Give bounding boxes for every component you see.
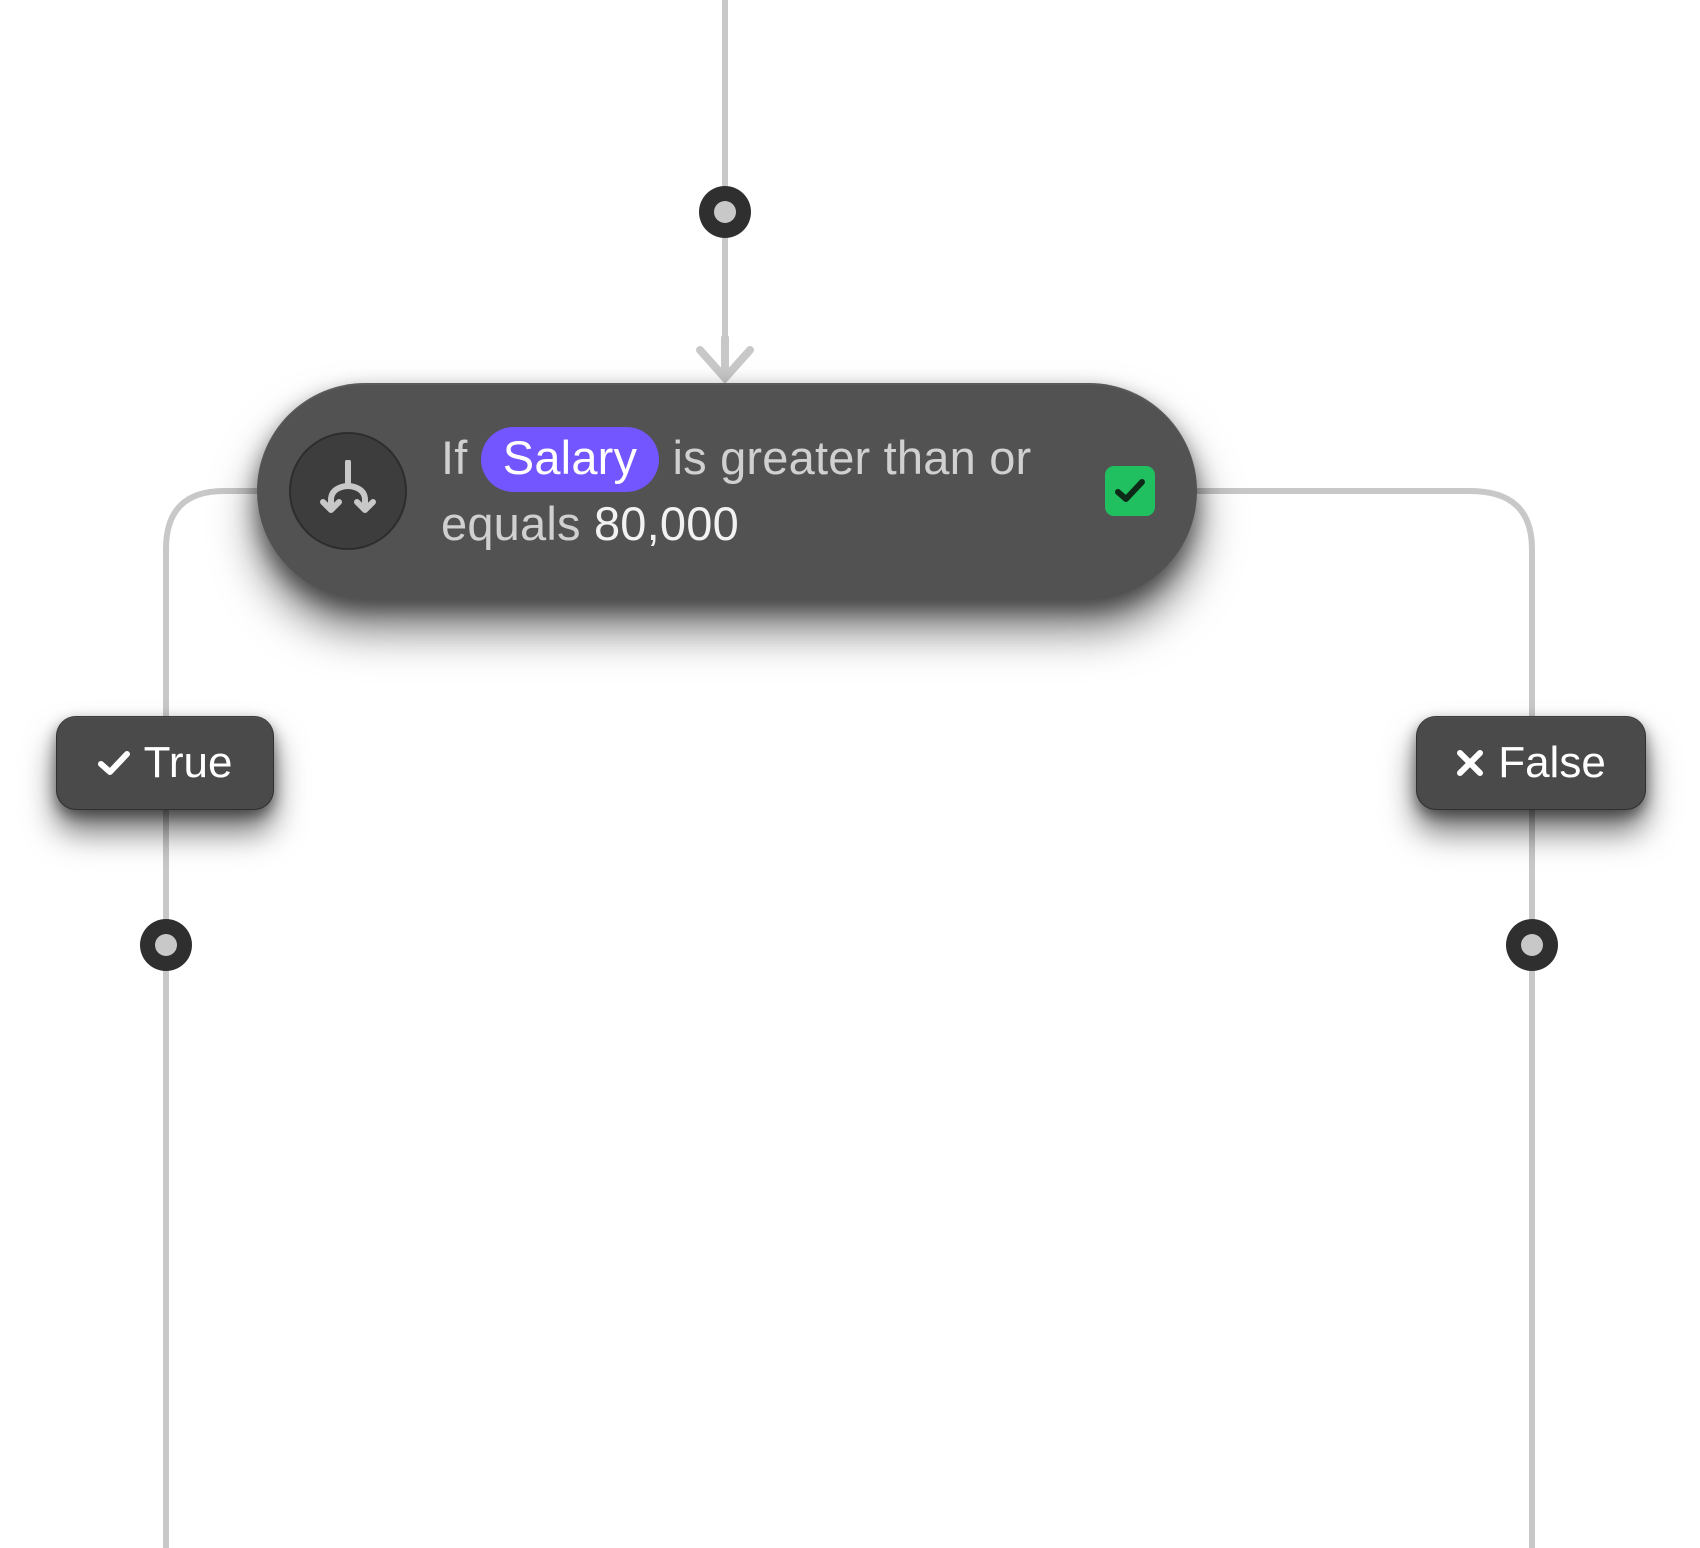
check-icon xyxy=(98,750,130,776)
branch-true-node[interactable]: True xyxy=(56,716,274,810)
field-pill[interactable]: Salary xyxy=(481,427,659,492)
branch-true-label: True xyxy=(144,738,233,788)
branch-false-label: False xyxy=(1498,738,1606,788)
condition-prefix: If xyxy=(441,431,468,484)
condition-expression: If Salary is greater than or equals 80,0… xyxy=(441,426,1085,555)
condition-node[interactable]: If Salary is greater than or equals 80,0… xyxy=(257,383,1197,599)
branch-icon xyxy=(289,432,407,550)
condition-value: 80,000 xyxy=(594,497,739,550)
status-passed-badge xyxy=(1105,466,1155,516)
x-icon xyxy=(1456,749,1484,777)
branch-false-node[interactable]: False xyxy=(1416,716,1646,810)
flow-canvas: If Salary is greater than or equals 80,0… xyxy=(0,0,1700,1548)
